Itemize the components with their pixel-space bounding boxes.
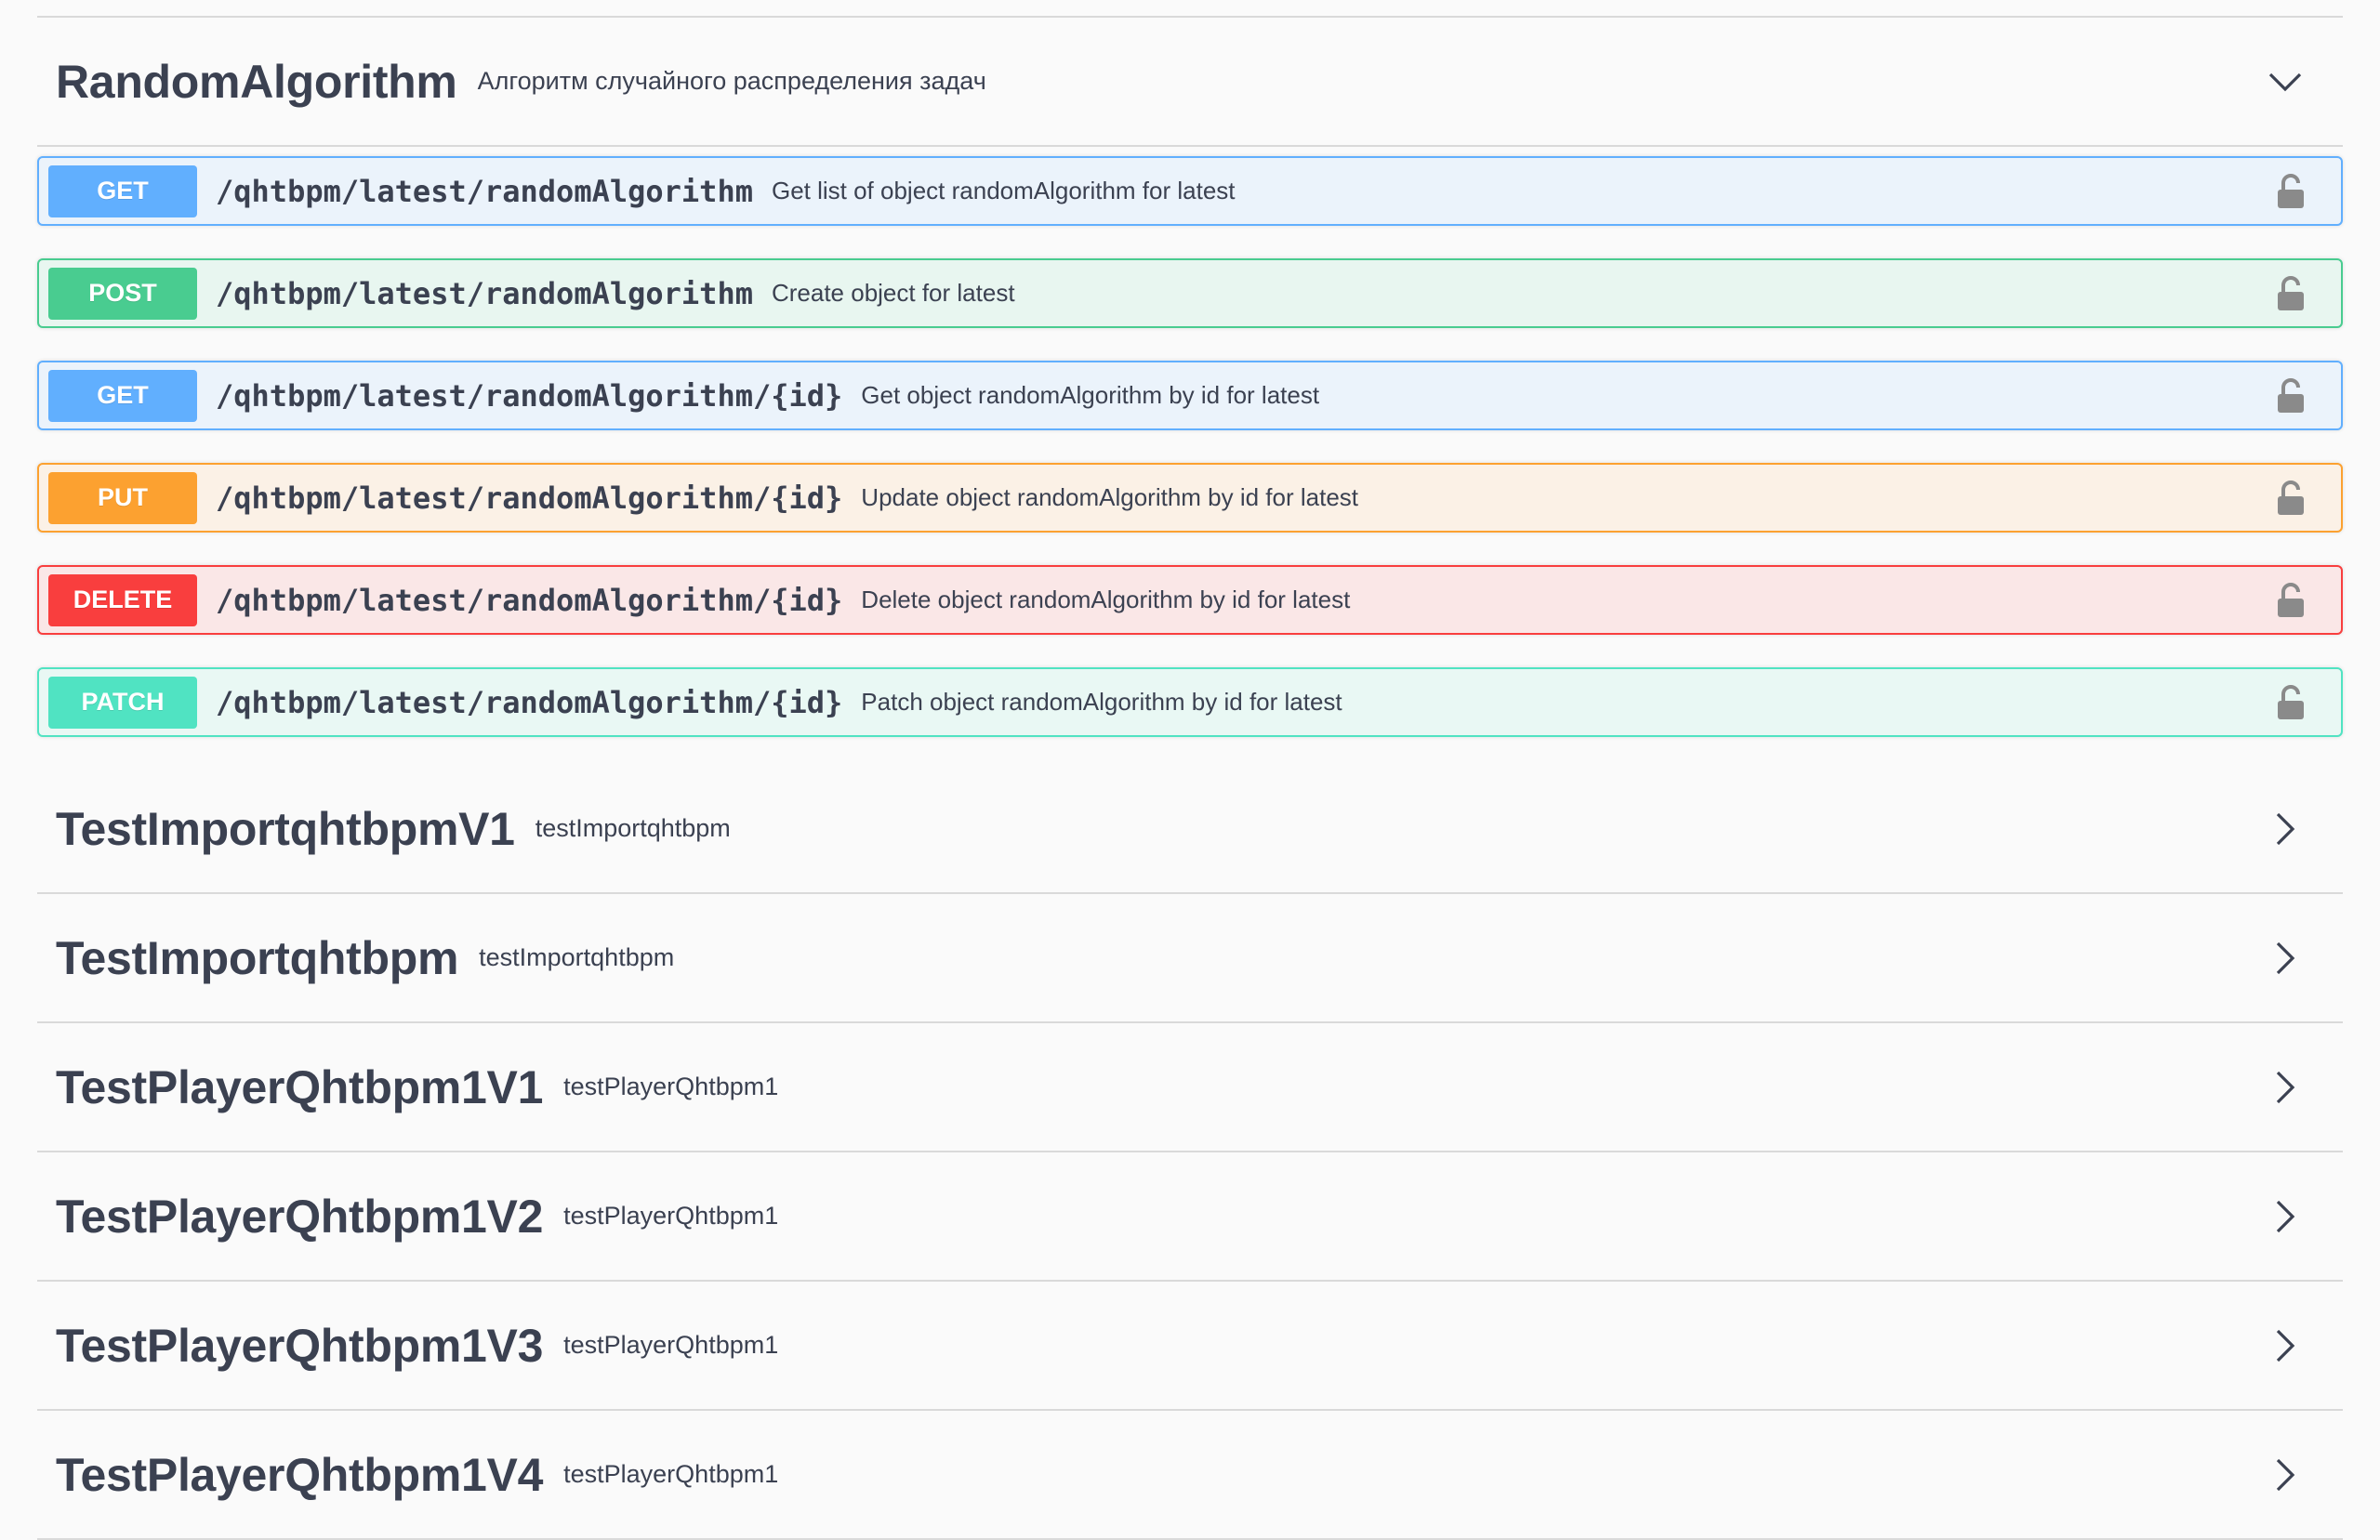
operation-summary: Get object randomAlgorithm by id for lat… xyxy=(861,381,1320,409)
tag-title: RandomAlgorithm xyxy=(56,55,457,108)
chevron-right-icon[interactable] xyxy=(2255,1187,2315,1246)
top-divider xyxy=(37,0,2343,18)
operation-summary: Patch object randomAlgorithm by id for l… xyxy=(861,688,1342,716)
lock-icon[interactable] xyxy=(2268,680,2313,725)
operation-path: /qhtbpm/latest/randomAlgorithm/{id} xyxy=(216,582,843,618)
tag-description: testPlayerQhtbpm1 xyxy=(563,1202,779,1230)
chevron-down-icon[interactable] xyxy=(2255,52,2315,112)
method-badge: GET xyxy=(48,165,197,217)
tag-description: Алгоритм случайного распределения задач xyxy=(477,67,986,95)
tag-header-testimportqhtbpmv1[interactable]: TestImportqhtbpmV1 testImportqhtbpm xyxy=(37,765,2343,894)
chevron-right-icon[interactable] xyxy=(2255,1058,2315,1117)
tag-header-randomalgorithm[interactable]: RandomAlgorithm Алгоритм случайного расп… xyxy=(37,18,2343,147)
chevron-right-icon[interactable] xyxy=(2255,1316,2315,1375)
operation-path: /qhtbpm/latest/randomAlgorithm/{id} xyxy=(216,480,843,516)
method-badge: PUT xyxy=(48,471,197,524)
tag-header-testplayerqhtbpm1v4[interactable]: TestPlayerQhtbpm1V4 testPlayerQhtbpm1 xyxy=(37,1411,2343,1540)
tag-header-testplayerqhtbpm1v3[interactable]: TestPlayerQhtbpm1V3 testPlayerQhtbpm1 xyxy=(37,1282,2343,1411)
operation-delete[interactable]: DELETE /qhtbpm/latest/randomAlgorithm/{i… xyxy=(37,565,2343,635)
tag-header-testplayerqhtbpm1v2[interactable]: TestPlayerQhtbpm1V2 testPlayerQhtbpm1 xyxy=(37,1152,2343,1282)
operation-path: /qhtbpm/latest/randomAlgorithm xyxy=(216,173,753,209)
tag-description: testPlayerQhtbpm1 xyxy=(563,1073,779,1100)
method-badge: PATCH xyxy=(48,676,197,729)
operation-patch[interactable]: PATCH /qhtbpm/latest/randomAlgorithm/{id… xyxy=(37,667,2343,737)
tag-title: TestPlayerQhtbpm1V3 xyxy=(56,1319,544,1372)
operation-path: /qhtbpm/latest/randomAlgorithm xyxy=(216,275,753,311)
lock-icon[interactable] xyxy=(2268,374,2313,418)
tag-description: testImportqhtbpm xyxy=(479,943,675,971)
chevron-right-icon[interactable] xyxy=(2255,1445,2315,1505)
method-badge: DELETE xyxy=(48,573,197,626)
operation-path: /qhtbpm/latest/randomAlgorithm/{id} xyxy=(216,684,843,720)
tag-description: testPlayerQhtbpm1 xyxy=(563,1331,779,1359)
tag-description: testImportqhtbpm xyxy=(535,814,731,842)
tag-title: TestPlayerQhtbpm1V1 xyxy=(56,1060,544,1113)
operation-summary: Delete object randomAlgorithm by id for … xyxy=(861,586,1351,613)
operation-summary: Get list of object randomAlgorithm for l… xyxy=(771,177,1236,204)
operation-summary: Update object randomAlgorithm by id for … xyxy=(861,483,1359,511)
lock-icon[interactable] xyxy=(2268,476,2313,520)
operation-summary: Create object for latest xyxy=(771,279,1015,307)
tag-title: TestPlayerQhtbpm1V2 xyxy=(56,1190,544,1243)
chevron-right-icon[interactable] xyxy=(2255,928,2315,988)
api-docs-container: RandomAlgorithm Алгоритм случайного расп… xyxy=(37,0,2343,1540)
tag-title: TestImportqhtbpm xyxy=(56,931,459,984)
tag-title: TestPlayerQhtbpm1V4 xyxy=(56,1448,544,1501)
lock-icon[interactable] xyxy=(2268,271,2313,316)
method-badge: POST xyxy=(48,267,197,320)
method-badge: GET xyxy=(48,369,197,422)
tag-header-testplayerqhtbpm1v1[interactable]: TestPlayerQhtbpm1V1 testPlayerQhtbpm1 xyxy=(37,1023,2343,1152)
lock-icon[interactable] xyxy=(2268,169,2313,214)
operations-list: GET /qhtbpm/latest/randomAlgorithm Get l… xyxy=(37,147,2343,737)
operation-post-create[interactable]: POST /qhtbpm/latest/randomAlgorithm Crea… xyxy=(37,258,2343,328)
operation-get-by-id[interactable]: GET /qhtbpm/latest/randomAlgorithm/{id} … xyxy=(37,361,2343,430)
tag-header-testimportqhtbpm[interactable]: TestImportqhtbpm testImportqhtbpm xyxy=(37,894,2343,1023)
lock-icon[interactable] xyxy=(2268,578,2313,623)
operation-get-list[interactable]: GET /qhtbpm/latest/randomAlgorithm Get l… xyxy=(37,156,2343,226)
tag-description: testPlayerQhtbpm1 xyxy=(563,1460,779,1488)
chevron-right-icon[interactable] xyxy=(2255,799,2315,859)
operation-put-update[interactable]: PUT /qhtbpm/latest/randomAlgorithm/{id} … xyxy=(37,463,2343,533)
tag-title: TestImportqhtbpmV1 xyxy=(56,802,515,855)
operation-path: /qhtbpm/latest/randomAlgorithm/{id} xyxy=(216,377,843,414)
